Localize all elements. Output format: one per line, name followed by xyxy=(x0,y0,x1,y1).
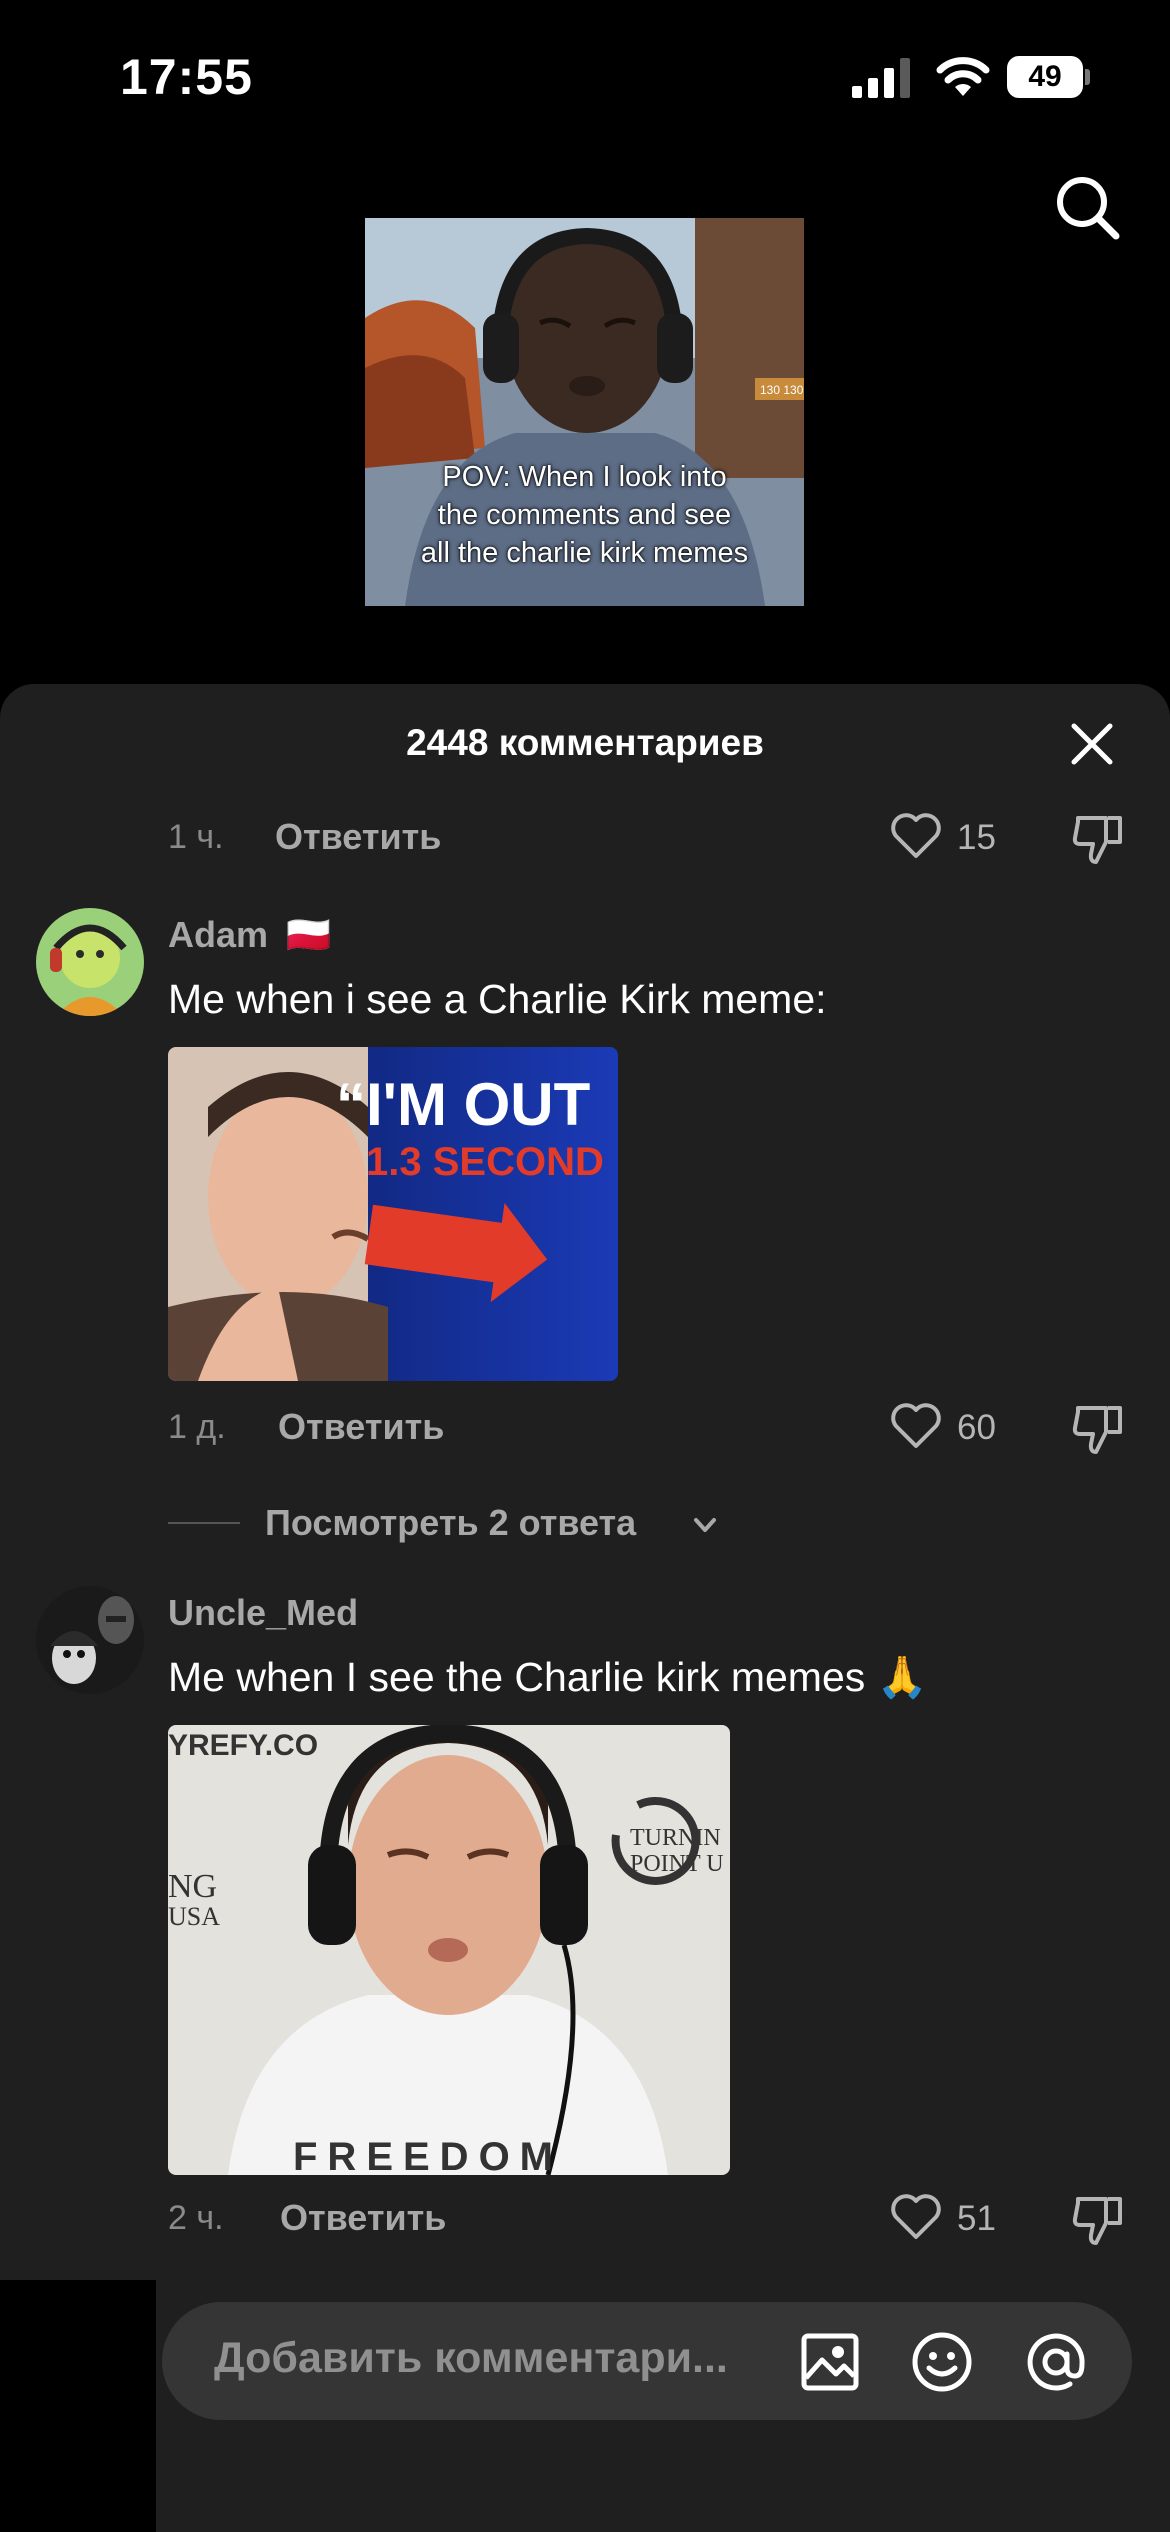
comment-meta: 1 д. Ответить 60 xyxy=(168,1396,1128,1456)
meme-text-line1: “I'M OUT xyxy=(336,1071,590,1138)
status-bar: 17:55 49 xyxy=(0,0,1170,150)
video-caption-line: the comments and see xyxy=(437,499,732,531)
photo-text-left1: NG xyxy=(168,1868,217,1905)
view-replies-button[interactable]: Посмотреть 2 ответа xyxy=(168,1494,768,1550)
photo-text-right2: POINT U xyxy=(630,1851,724,1877)
comment-time: 1 д. xyxy=(168,1408,226,1446)
image-icon[interactable] xyxy=(798,2330,862,2394)
video-caption-line: all the charlie kirk memes xyxy=(420,537,749,569)
like-count: 60 xyxy=(957,1408,996,1447)
replies-divider xyxy=(168,1522,240,1524)
battery-tip xyxy=(1085,69,1090,85)
avatar[interactable] xyxy=(36,1586,144,1694)
comment-meta: 2 ч. Ответить 51 xyxy=(168,2187,1128,2247)
prev-comment-meta: 1 ч. Ответить 15 xyxy=(168,806,1128,866)
video-caption: POV: When I look into the comments and s… xyxy=(365,458,804,572)
comment-image[interactable]: “I'M OUT 1.3 SECOND xyxy=(168,1047,618,1381)
photo-text-top: YREFY.CO xyxy=(168,1729,318,1762)
avatar[interactable] xyxy=(36,908,144,1016)
dislike-icon[interactable] xyxy=(1070,2193,1126,2247)
chevron-down-icon xyxy=(694,1518,716,1532)
view-replies-label: Посмотреть 2 ответа xyxy=(265,1502,637,1543)
heart-icon[interactable] xyxy=(890,2191,942,2243)
comment-image-photo: YREFY.CO NG USA TURNIN POINT U FREEDOM xyxy=(168,1725,730,2175)
like-count: 51 xyxy=(957,2199,996,2238)
battery-level: 49 xyxy=(1007,56,1083,98)
mention-icon[interactable] xyxy=(1024,2330,1088,2394)
emoji-icon[interactable] xyxy=(910,2330,974,2394)
comment-time: 2 ч. xyxy=(168,2199,224,2237)
search-icon[interactable] xyxy=(1052,172,1122,242)
comment-composer-bar: Добавить комментари... xyxy=(0,2280,1170,2532)
avatar-image xyxy=(36,908,144,1016)
video-caption-line: POV: When I look into xyxy=(442,461,727,493)
heart-icon[interactable] xyxy=(890,1400,942,1452)
battery-icon: 49 xyxy=(1007,56,1090,98)
close-icon[interactable] xyxy=(1068,720,1116,768)
comments-sheet: 2448 комментариев 1 ч. Ответить 15 Adam … xyxy=(0,684,1170,2532)
video-thumbnail[interactable]: 130 130 POV: When I look into the commen… xyxy=(365,218,804,606)
comment-text: Me when i see a Charlie Kirk meme: xyxy=(168,976,827,1022)
video-badge: 130 130 xyxy=(760,383,804,397)
comment-time: 1 ч. xyxy=(168,818,224,856)
photo-text-shirt: FREEDOM xyxy=(293,2135,563,2175)
reply-button[interactable]: Ответить xyxy=(280,2197,446,2239)
comment-image-meme: “I'M OUT 1.3 SECOND xyxy=(168,1047,618,1381)
comment-input[interactable]: Добавить комментари... xyxy=(162,2302,1132,2420)
signal-icon xyxy=(852,58,910,98)
wifi-icon xyxy=(936,57,990,96)
username-text: Adam xyxy=(168,914,269,955)
dislike-icon[interactable] xyxy=(1070,812,1126,866)
photo-text-right1: TURNIN xyxy=(630,1825,721,1851)
reply-button[interactable]: Ответить xyxy=(278,1406,444,1448)
status-time: 17:55 xyxy=(120,49,253,105)
dislike-icon[interactable] xyxy=(1070,1402,1126,1456)
heart-icon[interactable] xyxy=(890,810,942,862)
comment-username[interactable]: Adam 🇵🇱 xyxy=(168,914,331,956)
comment-text: Me when I see the Charlie kirk memes 🙏 xyxy=(168,1654,928,1700)
photo-text-left2: USA xyxy=(168,1902,220,1931)
flag-poland: 🇵🇱 xyxy=(286,914,331,955)
bottom-left-panel xyxy=(0,2280,156,2532)
like-count: 15 xyxy=(957,818,996,857)
comment-image[interactable]: YREFY.CO NG USA TURNIN POINT U FREEDOM xyxy=(168,1725,730,2175)
meme-text-line2: 1.3 SECOND xyxy=(366,1140,604,1184)
reply-button[interactable]: Ответить xyxy=(275,816,441,858)
avatar-image xyxy=(36,1586,144,1694)
comment-username[interactable]: Uncle_Med xyxy=(168,1592,358,1634)
comments-count-title: 2448 комментариев xyxy=(406,722,764,763)
comment-input-placeholder: Добавить комментари... xyxy=(214,2334,728,2382)
